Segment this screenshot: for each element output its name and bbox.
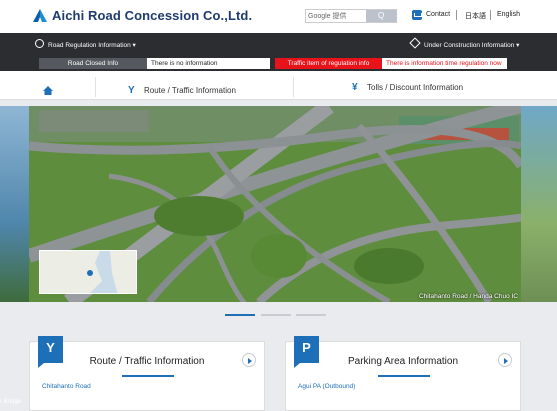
parking-badge-glyph: P	[302, 340, 311, 355]
slide-indicator-3[interactable]	[296, 314, 326, 316]
nav-route-traffic[interactable]: Route / Traffic Information	[144, 86, 236, 95]
divider	[490, 10, 491, 20]
route-link[interactable]: Chitahanto Road	[42, 383, 91, 390]
japanese-link[interactable]: 日本語	[465, 11, 486, 21]
parking-area-card: P Parking Area Information Agui PA (Outb…	[285, 336, 521, 411]
under-construction-label: Under Construction Information	[424, 42, 515, 49]
title-underline	[378, 375, 430, 377]
road-closed-value[interactable]: There is no information	[147, 58, 270, 69]
route-icon: Y	[128, 85, 135, 96]
no-entry-icon	[35, 39, 44, 48]
search-input[interactable]: Google 提供	[308, 11, 347, 21]
card-title[interactable]: Parking Area Information	[286, 356, 520, 367]
logo-icon	[33, 9, 47, 22]
english-link[interactable]: English	[497, 11, 520, 18]
road-regulation-toggle[interactable]: Road Regulation Information ▾	[48, 41, 136, 49]
regulation-bar: Road Regulation Information ▾ Under Cons…	[0, 33, 557, 71]
hero-next-slide[interactable]	[521, 106, 557, 302]
arrow-right-icon[interactable]	[242, 353, 256, 367]
location-map-inset	[39, 250, 137, 294]
search-icon: Q	[378, 11, 385, 20]
divider	[293, 77, 294, 97]
road-closed-label: Road Closed Info	[39, 58, 147, 69]
main-nav: Y Route / Traffic Information ¥ Tolls / …	[0, 71, 557, 100]
parking-link[interactable]: Agui PA (Outbound)	[298, 383, 355, 390]
arrow-right-icon[interactable]	[498, 353, 512, 367]
divider	[456, 10, 457, 20]
search-button[interactable]: Q	[366, 10, 397, 22]
hero-prev-slide[interactable]: r Bridge	[0, 106, 29, 405]
site-header: Aichi Road Concession Co.,Ltd. Google 提供…	[0, 0, 557, 33]
search-box[interactable]: Google 提供 Q	[305, 9, 397, 23]
construction-icon	[409, 37, 421, 49]
traffic-item-value[interactable]: There is information time regulation now	[382, 58, 507, 69]
route-badge-glyph: Y	[46, 340, 55, 355]
under-construction-toggle[interactable]: Under Construction Information ▾	[424, 41, 519, 49]
mail-icon[interactable]	[412, 10, 422, 20]
traffic-item-label: Traffic item of regulation info	[275, 58, 382, 69]
home-icon[interactable]	[43, 86, 53, 95]
nav-tolls-discount[interactable]: Tolls / Discount Information	[367, 83, 463, 92]
slide-indicator-1[interactable]	[225, 314, 255, 316]
route-traffic-card: Y Route / Traffic Information Chitahanto…	[29, 336, 265, 411]
road-regulation-label: Road Regulation Information	[48, 42, 131, 49]
title-underline	[122, 375, 174, 377]
slide-indicator-2[interactable]	[261, 314, 291, 316]
site-logo-text[interactable]: Aichi Road Concession Co.,Ltd.	[52, 8, 252, 23]
map-graphic	[40, 251, 136, 293]
card-title[interactable]: Route / Traffic Information	[30, 356, 264, 367]
contact-link[interactable]: Contact	[426, 11, 450, 18]
hero-image[interactable]: Chitahanto Road / Handa Chuo IC	[29, 106, 521, 302]
yen-icon: ¥	[352, 82, 358, 93]
hero-caption: Chitahanto Road / Handa Chuo IC	[418, 293, 518, 300]
divider	[95, 77, 96, 97]
